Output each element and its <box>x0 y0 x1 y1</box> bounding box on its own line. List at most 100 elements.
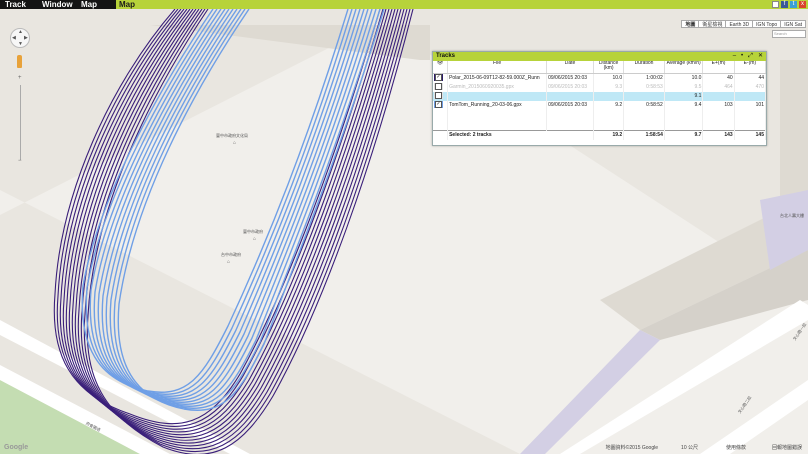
table-row[interactable]: 9.1 <box>433 92 767 101</box>
cell-date <box>546 92 594 101</box>
column-header-date[interactable]: Date <box>546 61 594 74</box>
table-row[interactable]: Garmin_2015060920035.gpx 09/06/2015 20:03… <box>433 83 767 92</box>
column-header-eplus[interactable]: E+(m) <box>702 61 735 74</box>
cell-eminus: 470 <box>734 83 767 92</box>
pan-up-icon[interactable]: ▲ <box>18 29 23 35</box>
summary-row: Selected: 2 tracks 19.2 1:58:54 9.7 143 … <box>433 130 767 140</box>
cell-distance: 9.3 <box>593 83 625 92</box>
cell-visibility[interactable] <box>433 83 449 92</box>
zoom-out-button[interactable]: − <box>18 158 22 164</box>
track-color-swatch[interactable]: ✓ <box>434 101 443 109</box>
table-row[interactable]: ✓ Polar_2015-06-09T12-82-59.000Z_Runn 09/0… <box>433 73 767 83</box>
track-visibility-checkbox[interactable]: ✓ <box>435 74 442 82</box>
cell-eplus: 103 <box>702 101 735 110</box>
poi-label: 臺中市政府 <box>243 229 263 234</box>
pan-left-icon[interactable]: ◀ <box>12 35 16 41</box>
cell-average: 10.0 <box>664 73 704 83</box>
map-type-roadmap[interactable]: 地圖 <box>681 20 700 28</box>
table-spacer <box>433 110 767 131</box>
cell-visibility[interactable] <box>433 92 449 101</box>
menu-track[interactable]: Track <box>5 0 26 9</box>
street-view-pegman-icon[interactable] <box>17 55 22 68</box>
track-visibility-checkbox[interactable]: ✓ <box>435 101 442 109</box>
column-header-file[interactable]: File <box>447 61 548 74</box>
cell-file: Garmin_2015060920035.gpx <box>447 83 548 92</box>
cell-average: 9.5 <box>664 83 704 92</box>
pan-control[interactable]: ▲ ▼ ◀ ▶ <box>10 28 30 48</box>
track-color-swatch[interactable]: ✓ <box>434 74 443 82</box>
google-logo: Google <box>4 444 29 451</box>
zoom-slider[interactable] <box>20 85 21 160</box>
report-error-link[interactable]: 回報地圖錯誤 <box>772 444 802 451</box>
cell-eminus <box>734 92 767 101</box>
cell-eplus: 40 <box>702 73 735 83</box>
column-header-eminus[interactable]: E-(m) <box>734 61 767 74</box>
map-attribution: 地圖資料©2015 Google <box>605 445 658 451</box>
restore-icon[interactable] <box>772 1 779 8</box>
twitter-icon[interactable]: t <box>790 1 797 8</box>
summary-label: Selected: 2 tracks <box>447 130 594 140</box>
menu-map[interactable]: Map <box>81 0 97 9</box>
cell-distance: 9.2 <box>593 101 625 110</box>
cell-duration: 0:58:52 <box>623 101 665 110</box>
column-header-average[interactable]: Average (km/h) <box>664 61 704 74</box>
pan-down-icon[interactable]: ▼ <box>18 41 23 47</box>
track-visibility-checkbox[interactable] <box>435 92 442 100</box>
tracks-panel-title: Tracks <box>436 53 456 59</box>
table-header-row: 👁 File Date Distance (km) Duration Avera… <box>433 61 767 74</box>
pan-right-icon[interactable]: ▶ <box>24 35 28 41</box>
building-icon: ⌂ <box>253 236 257 242</box>
building-icon: ⌂ <box>233 140 237 146</box>
cell-visibility[interactable]: ✓ <box>433 73 449 83</box>
column-header-duration[interactable]: Duration <box>623 61 665 74</box>
cell-visibility[interactable]: ✓ <box>433 101 449 110</box>
tab-map[interactable]: Map <box>119 0 135 9</box>
track-color-swatch[interactable] <box>434 92 443 100</box>
map-type-satellite[interactable]: 衛星檢視 <box>698 20 727 28</box>
track-color-swatch[interactable] <box>434 83 443 91</box>
track-visibility-checkbox[interactable] <box>435 83 442 91</box>
cell-duration <box>623 92 665 101</box>
map-type-earth3d[interactable]: Earth 3D <box>725 20 754 28</box>
map-type-ign-topo[interactable]: IGN Topo <box>752 20 782 28</box>
cell-average: 9.1 <box>664 92 704 101</box>
cell-distance <box>593 92 625 101</box>
visibility-column-header[interactable]: 👁 <box>433 61 449 74</box>
cell-date: 09/06/2015 20:03 <box>546 83 594 92</box>
building-icon: ⌂ <box>227 259 231 265</box>
scale-label: 10 公尺 <box>681 445 698 451</box>
cell-file: TomTom_Running_20-03-06.gpx <box>447 101 548 110</box>
menu-window[interactable]: Window <box>42 0 73 9</box>
cell-file: Polar_2015-06-09T12-82-59.000Z_Runn <box>447 73 548 83</box>
table-row[interactable]: ✓ TomTom_Running_20-03-06.gpx 09/06/2015 2… <box>433 101 767 110</box>
tracks-panel[interactable]: Tracks – • ⤢ ✕ 👁 File Date Distance (km)… <box>432 51 767 146</box>
map-search-input[interactable]: Search <box>772 30 806 38</box>
cell-file <box>447 92 548 101</box>
facebook-icon[interactable]: f <box>781 1 788 8</box>
menubar: Track Window Map Map f t x <box>0 0 808 9</box>
tracks-panel-controls: – • ⤢ ✕ <box>733 52 763 61</box>
cell-eminus: 44 <box>734 73 767 83</box>
close-icon[interactable]: ✕ <box>758 52 763 61</box>
cell-average: 9.4 <box>664 101 704 110</box>
column-header-distance[interactable]: Distance (km) <box>593 61 625 74</box>
summary-average: 9.7 <box>664 130 704 140</box>
tracks-panel-header[interactable]: Tracks – • ⤢ ✕ <box>433 52 766 61</box>
window-buttons: f t x <box>772 0 806 9</box>
cell-duration: 1:00:02 <box>623 73 665 83</box>
cell-duration: 0:58:53 <box>623 83 665 92</box>
maximize-icon[interactable]: ⤢ <box>748 52 753 61</box>
cell-date: 09/06/2015 20:03 <box>546 73 594 83</box>
cell-eminus: 101 <box>734 101 767 110</box>
poi-label: 台北人壽大樓 <box>780 213 804 218</box>
close-icon[interactable]: x <box>799 1 806 8</box>
cell-eplus: 464 <box>702 83 735 92</box>
map-type-ign-sat[interactable]: IGN Sat <box>780 20 806 28</box>
summary-distance: 19.2 <box>593 130 625 140</box>
terms-link[interactable]: 使用條款 <box>726 444 746 451</box>
zoom-in-button[interactable]: + <box>18 75 22 81</box>
pin-icon[interactable]: • <box>741 52 743 61</box>
minimize-icon[interactable]: – <box>733 52 736 61</box>
cell-date: 09/06/2015 20:03 <box>546 101 594 110</box>
summary-eminus: 145 <box>734 130 767 140</box>
